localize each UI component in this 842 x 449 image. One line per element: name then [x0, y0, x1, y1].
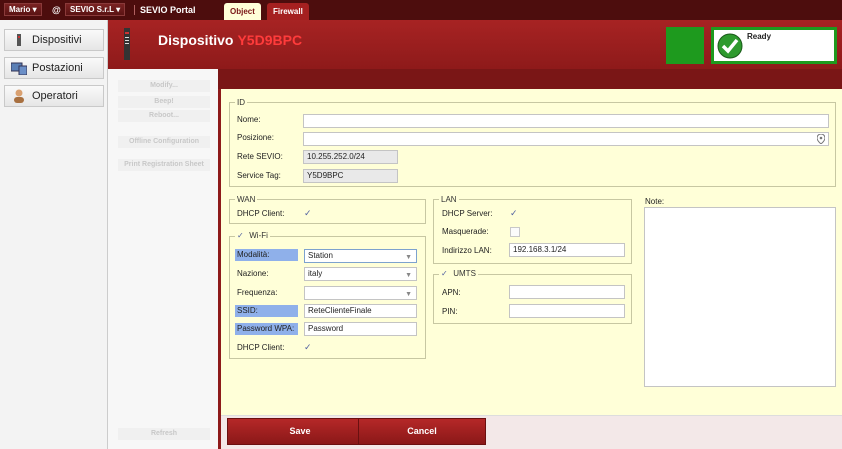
dhcp-server-checkbox[interactable]: ✓	[510, 208, 520, 218]
posizione-input[interactable]	[303, 132, 829, 146]
rete-sevio-field: 10.255.252.0/24	[303, 150, 398, 164]
check-icon	[717, 33, 743, 59]
user-menu-button[interactable]: Mario ▾	[4, 3, 42, 16]
sidebar-item-label: Dispositivi	[32, 34, 82, 46]
sidebar-item-label: Operatori	[32, 90, 78, 102]
topbar-divider	[134, 5, 135, 15]
save-button[interactable]: Save	[227, 418, 373, 445]
nazione-label: Nazione:	[237, 269, 269, 278]
page-title-label: Dispositivo	[158, 32, 234, 48]
sidebar-item-postazioni[interactable]: Postazioni	[4, 57, 104, 79]
nazione-value: italy	[308, 269, 323, 278]
wan-legend: WAN	[237, 195, 256, 204]
ssid-label: SSID:	[235, 305, 298, 317]
id-legend: ID	[237, 98, 245, 107]
offline-configuration-button[interactable]: Offline Configuration	[118, 136, 210, 148]
apn-label: APN:	[442, 288, 461, 297]
lan-legend: LAN	[441, 195, 457, 204]
nome-label: Nome:	[237, 115, 261, 124]
sidebar-item-label: Postazioni	[32, 62, 83, 74]
chevron-down-icon: ▼	[405, 254, 412, 261]
print-registration-sheet-button[interactable]: Print Registration Sheet	[118, 159, 210, 171]
page-header: Dispositivo Y5D9BPC Ready	[108, 20, 842, 69]
device-icon	[122, 28, 132, 60]
wifi-enable-checkbox[interactable]: ✓	[237, 231, 247, 241]
service-tag-field: Y5D9BPC	[303, 169, 398, 183]
status-badge: Ready	[711, 27, 837, 64]
password-wpa-input[interactable]: Password	[304, 322, 417, 336]
ssid-input[interactable]: ReteClienteFinale	[304, 304, 417, 318]
modalita-value: Station	[308, 251, 333, 260]
reboot-button[interactable]: Reboot...	[118, 110, 210, 122]
modalita-select[interactable]: Station ▼	[304, 249, 417, 263]
workstation-icon	[10, 61, 28, 76]
frequenza-label: Frequenza:	[237, 288, 278, 297]
wan-dhcp-client-checkbox[interactable]: ✓	[304, 208, 314, 218]
sidebar-item-dispositivi[interactable]: Dispositivi	[4, 29, 104, 51]
tab-object[interactable]: Object	[224, 3, 261, 20]
posizione-label: Posizione:	[237, 133, 274, 142]
company-menu-button[interactable]: SEVIO S.r.L ▾	[65, 3, 126, 16]
top-bar	[0, 0, 842, 20]
sidebar-item-operatori[interactable]: Operatori	[4, 85, 104, 107]
wifi-dhcp-client-label: DHCP Client:	[237, 343, 285, 352]
beep-button[interactable]: Beep!	[118, 96, 210, 108]
at-symbol: @	[52, 5, 61, 15]
modify-button[interactable]: Modify...	[118, 80, 210, 92]
user-name: Mario	[9, 5, 31, 14]
umts-legend: ✓ UMTS	[439, 269, 478, 279]
dhcp-server-label: DHCP Server:	[442, 209, 493, 218]
refresh-button[interactable]: Refresh	[118, 428, 210, 440]
apn-input[interactable]	[509, 285, 625, 299]
modalita-label: Modalità:	[235, 249, 298, 261]
user-icon	[11, 89, 27, 103]
device-icon	[11, 33, 27, 47]
tab-bar	[218, 69, 842, 89]
company-name: SEVIO S.r.L	[70, 5, 114, 14]
pin-label: PIN:	[442, 307, 458, 316]
status-indicator	[666, 27, 704, 64]
frequenza-select[interactable]: ▼	[304, 286, 417, 300]
page-title: Dispositivo Y5D9BPC	[158, 32, 302, 48]
note-textarea[interactable]	[644, 207, 836, 387]
umts-enable-checkbox[interactable]: ✓	[441, 269, 451, 279]
umts-legend-label: UMTS	[453, 269, 476, 278]
rete-sevio-label: Rete SEVIO:	[237, 152, 283, 161]
wan-dhcp-client-label: DHCP Client:	[237, 209, 285, 218]
service-tag-label: Service Tag:	[237, 171, 281, 180]
wifi-dhcp-client-checkbox[interactable]: ✓	[304, 342, 314, 352]
status-text: Ready	[747, 32, 772, 41]
chevron-down-icon: ▼	[405, 291, 412, 298]
nome-input[interactable]	[303, 114, 829, 128]
wifi-legend-label: Wi-Fi	[249, 231, 268, 240]
masquerade-label: Masquerade:	[442, 227, 489, 236]
chevron-down-icon: ▼	[405, 272, 412, 279]
indirizzo-lan-label: Indirizzo LAN:	[442, 246, 492, 255]
pin-input[interactable]	[509, 304, 625, 318]
map-pin-icon[interactable]	[816, 133, 826, 145]
portal-title: SEVIO Portal	[140, 5, 196, 15]
wifi-legend: ✓ Wi-Fi	[235, 231, 270, 241]
indirizzo-lan-input[interactable]: 192.168.3.1/24	[509, 243, 625, 257]
tab-firewall[interactable]: Firewall	[267, 3, 309, 20]
cancel-button[interactable]: Cancel	[358, 418, 486, 445]
content-border	[218, 89, 221, 449]
password-wpa-label: Password WPA:	[235, 323, 298, 335]
device-id: Y5D9BPC	[237, 32, 303, 48]
nazione-select[interactable]: italy ▼	[304, 267, 417, 281]
masquerade-checkbox[interactable]	[510, 227, 520, 237]
